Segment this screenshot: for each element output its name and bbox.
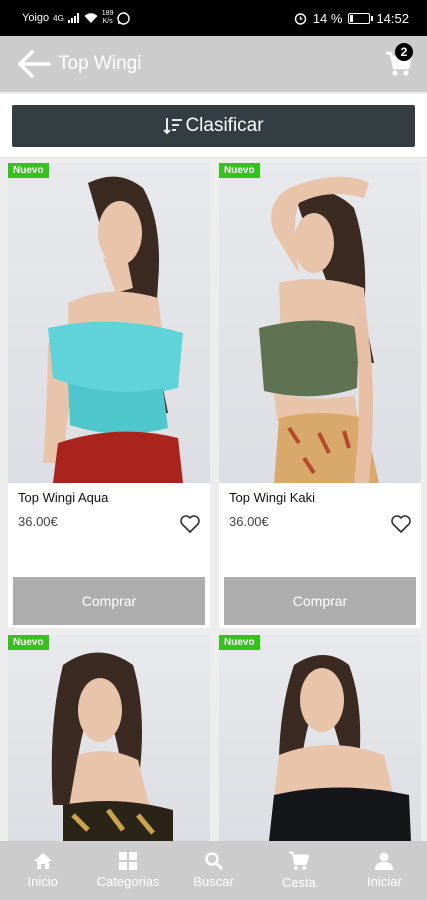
model-photo: [51, 652, 173, 841]
favorite-button[interactable]: [391, 515, 411, 538]
model-photo: [43, 176, 183, 483]
carrier-label: Yoigo: [22, 12, 50, 24]
sort-button[interactable]: Clasificar: [12, 104, 415, 147]
back-button[interactable]: [0, 36, 54, 92]
status-bar: Yoigo 4G 189 K/s 14 % 14:52: [0, 0, 427, 36]
model-photo: [259, 176, 379, 483]
user-icon: [375, 852, 394, 870]
new-badge: Nuevo: [8, 163, 49, 178]
product-card[interactable]: Nuevo: [8, 635, 210, 841]
network-speed: 189 K/s: [102, 10, 114, 26]
product-price: 36.00€: [229, 514, 269, 529]
nav-item-cesta[interactable]: Cesta: [256, 841, 341, 900]
arrow-left-icon: [18, 50, 51, 78]
cart-button[interactable]: 2: [371, 36, 427, 92]
nav-item-inicio[interactable]: Inicio: [0, 841, 85, 900]
buy-button[interactable]: Comprar: [13, 577, 205, 625]
battery-percent: 14 %: [312, 10, 343, 26]
product-image[interactable]: Nuevo: [219, 163, 421, 483]
product-name[interactable]: Top Wingi Aqua: [18, 490, 108, 505]
signal-icon: [67, 13, 79, 23]
clock: 14:52: [376, 10, 409, 26]
product-price: 36.00€: [18, 514, 58, 529]
grid-icon: [119, 852, 138, 870]
new-badge: Nuevo: [219, 163, 260, 178]
speed-unit: K/s: [102, 18, 113, 25]
sort-bar: Clasificar: [0, 94, 427, 158]
product-card[interactable]: Nuevo Top Wingi Kaki 36.00€ Comprar: [219, 163, 421, 628]
new-badge: Nuevo: [219, 635, 260, 650]
product-image[interactable]: Nuevo: [8, 635, 210, 841]
speed-value: 189: [101, 10, 114, 17]
nav-label: Iniciar: [366, 874, 402, 889]
cart-count-badge: 2: [395, 43, 413, 61]
product-card[interactable]: Nuevo Top Wingi Aqua 36.00€ Comprar: [8, 163, 210, 628]
bottom-nav: Inicio Categorias Buscar Cesta Iniciar: [0, 841, 427, 900]
search-icon: [204, 852, 223, 870]
page-title: Top Wingi: [58, 53, 142, 74]
nav-label: Inicio: [27, 874, 58, 889]
nav-label: Buscar: [193, 874, 234, 889]
sort-label: Clasificar: [185, 114, 264, 136]
nav-item-iniciar[interactable]: Iniciar: [342, 841, 427, 900]
nav-label: Cesta: [281, 875, 316, 890]
nav-item-buscar[interactable]: Buscar: [171, 841, 256, 900]
product-name[interactable]: Top Wingi Kaki: [229, 490, 315, 505]
battery-icon: [348, 12, 374, 24]
wifi-icon: [84, 12, 98, 23]
new-badge: Nuevo: [8, 635, 49, 650]
network-label: 4G: [53, 13, 64, 23]
product-card[interactable]: Nuevo: [219, 635, 421, 841]
heart-icon: [180, 515, 200, 533]
product-image[interactable]: Nuevo: [8, 163, 210, 483]
nav-label: Categorias: [96, 874, 160, 889]
buy-button[interactable]: Comprar: [224, 577, 416, 625]
nav-item-categorias[interactable]: Categorias: [85, 841, 170, 900]
alarm-icon: [294, 12, 307, 25]
home-icon: [33, 853, 52, 869]
app-bar: Top Wingi 2: [0, 36, 427, 92]
model-photo: [269, 655, 411, 841]
favorite-button[interactable]: [180, 515, 200, 538]
product-grid: Nuevo Top Wingi Aqua 36.00€ Comprar Nuev…: [0, 160, 427, 841]
whatsapp-icon: [117, 11, 131, 25]
product-image[interactable]: Nuevo: [219, 635, 421, 841]
sort-icon: [163, 117, 183, 134]
cart-icon: [288, 851, 310, 870]
heart-icon: [391, 515, 411, 533]
